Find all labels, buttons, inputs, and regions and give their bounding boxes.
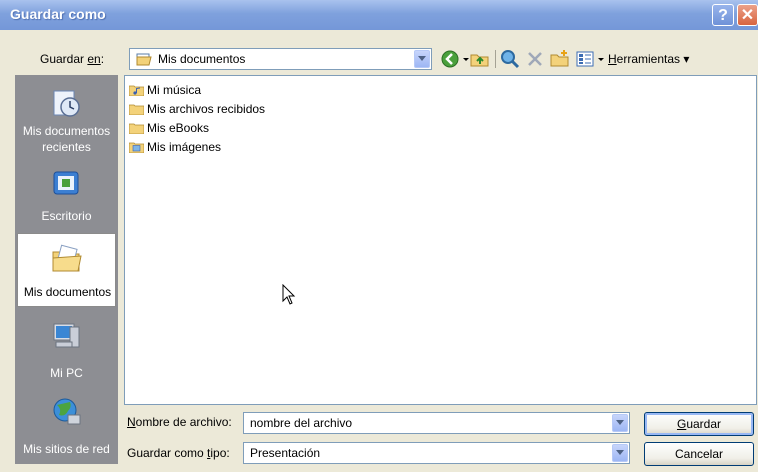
filename-input[interactable]: nombre del archivo	[243, 412, 630, 434]
close-button[interactable]: ✕	[737, 4, 758, 26]
close-icon: ✕	[740, 7, 755, 24]
chevron-down-icon[interactable]	[612, 414, 628, 432]
new-folder-icon[interactable]	[550, 49, 570, 69]
help-button[interactable]: ?	[712, 4, 734, 26]
pictures-folder-icon	[129, 142, 144, 153]
network-places-icon	[53, 398, 81, 425]
help-icon: ?	[718, 7, 728, 24]
search-web-icon[interactable]	[500, 49, 520, 69]
my-computer-icon	[53, 323, 80, 348]
place-desktop[interactable]: Escritorio	[17, 163, 116, 235]
desktop-icon	[53, 171, 79, 195]
place-my-documents[interactable]: Mis documentos	[17, 233, 116, 307]
folder-icon	[129, 104, 144, 115]
toolbar-separator	[495, 50, 496, 68]
title-bar[interactable]: Guardar como ? ✕	[0, 0, 758, 30]
views-icon[interactable]	[575, 49, 595, 69]
save-button[interactable]: Guardar	[644, 412, 754, 436]
my-documents-small-icon	[136, 53, 152, 66]
cancel-button[interactable]: Cancelar	[644, 442, 754, 466]
chevron-down-icon[interactable]	[612, 444, 628, 462]
place-recent-documents[interactable]: Mis documentos recientes	[17, 83, 116, 155]
my-documents-icon	[52, 244, 82, 272]
filename-value: nombre del archivo	[250, 416, 353, 430]
delete-icon[interactable]	[525, 49, 545, 69]
filetype-value: Presentación	[250, 446, 321, 460]
tools-menu[interactable]: Herramientas ▾	[608, 52, 689, 66]
places-bar: Mis documentos recientes Escritorio Mis …	[15, 75, 118, 464]
back-icon[interactable]	[440, 49, 460, 69]
save-in-dropdown[interactable]: Mis documentos	[129, 48, 432, 70]
chevron-down-icon[interactable]	[414, 50, 430, 68]
music-folder-icon	[129, 85, 144, 96]
back-dropdown-icon[interactable]	[463, 58, 469, 61]
folder-icon	[129, 123, 144, 134]
save-in-label: Guardar en:	[40, 52, 105, 66]
views-dropdown-icon[interactable]	[598, 58, 604, 61]
file-list[interactable]: Mi música Mis archivos recibidos Mis eBo…	[124, 75, 757, 405]
place-my-computer[interactable]: Mi PC	[17, 315, 116, 387]
mouse-cursor-icon	[282, 284, 296, 305]
save-in-value: Mis documentos	[158, 52, 246, 66]
recent-documents-icon	[53, 90, 80, 117]
window-title: Guardar como	[10, 6, 106, 22]
filetype-dropdown[interactable]: Presentación	[243, 442, 630, 464]
filename-label: Nombre de archivo:	[127, 415, 232, 429]
filetype-label: Guardar como tipo:	[127, 446, 230, 460]
place-network[interactable]: Mis sitios de red	[17, 391, 116, 463]
up-folder-icon[interactable]	[470, 49, 490, 69]
